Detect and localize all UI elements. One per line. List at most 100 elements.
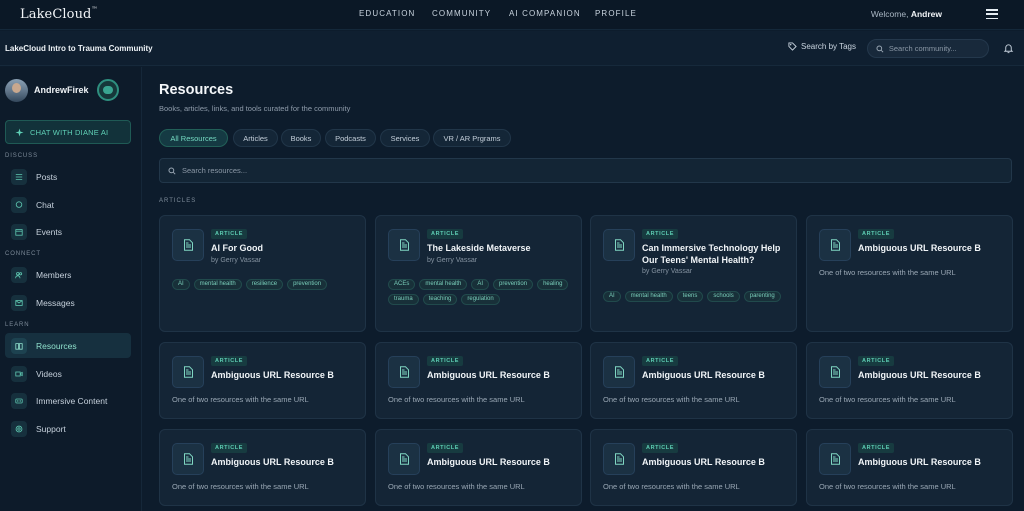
tag-chip[interactable]: AI (172, 279, 190, 290)
tag-chip[interactable]: AI (603, 291, 621, 302)
resource-card[interactable]: ARTICLE Ambiguous URL Resource B One of tw… (806, 215, 1013, 332)
hamburger-menu-icon[interactable] (986, 9, 998, 20)
resource-title[interactable]: Ambiguous URL Resource B (858, 243, 1008, 255)
resource-description: One of two resources with the same URL (819, 395, 956, 404)
resource-title[interactable]: Ambiguous URL Resource B (427, 457, 577, 469)
resource-card[interactable]: ARTICLE Ambiguous URL Resource B One of tw… (590, 429, 797, 506)
resource-card[interactable]: ARTICLE The Lakeside Metaverse by Gerry Va… (375, 215, 582, 332)
type-badge: ARTICLE (858, 229, 895, 239)
sidebar-item-messages[interactable]: Messages (5, 290, 131, 315)
tag-chip[interactable]: prevention (287, 279, 328, 290)
sidebar-item-posts[interactable]: Posts (5, 164, 131, 189)
tag-chip[interactable]: AI (471, 279, 490, 290)
document-icon (819, 229, 851, 261)
resource-card[interactable]: ARTICLE AI For Good by Gerry Vassar AI menta… (159, 215, 366, 332)
type-badge: ARTICLE (427, 229, 464, 239)
page-title: Resources (159, 82, 234, 98)
document-icon (388, 443, 420, 475)
calendar-icon (11, 223, 27, 240)
community-search-box[interactable] (867, 39, 989, 58)
avatar[interactable] (5, 79, 28, 102)
tag-chip[interactable]: mental health (419, 279, 468, 290)
tag-chip[interactable]: teaching (422, 294, 458, 305)
resource-card[interactable]: ARTICLE Ambiguous URL Resource B One of tw… (590, 342, 797, 419)
type-badge: ARTICLE (858, 356, 895, 366)
nav-community[interactable]: COMMUNITY (432, 9, 491, 18)
type-badge: ARTICLE (642, 443, 679, 453)
sidebar-item-videos[interactable]: Videos (5, 361, 131, 386)
sidebar-item-chat[interactable]: Chat (5, 192, 131, 217)
resource-title[interactable]: Can Immersive Technology Help Our Teens'… (642, 243, 792, 266)
ai-brain-icon[interactable] (97, 79, 119, 101)
user-profile[interactable]: AndrewFirek (5, 79, 135, 103)
type-badge: ARTICLE (211, 356, 248, 366)
filter-services[interactable]: Services (380, 129, 430, 147)
search-icon (876, 45, 884, 52)
resource-description: One of two resources with the same URL (819, 482, 956, 491)
nav-profile[interactable]: PROFILE (595, 9, 637, 18)
search-by-tags-button[interactable]: Search by Tags (788, 42, 856, 51)
filter-all-resources[interactable]: All Resources (159, 129, 228, 147)
resource-card[interactable]: ARTICLE Ambiguous URL Resource B One of tw… (806, 429, 1013, 506)
resource-title[interactable]: Ambiguous URL Resource B (642, 457, 792, 469)
document-icon (172, 443, 204, 475)
resource-author: by Gerry Vassar (211, 257, 262, 264)
filter-vr-ar-programs[interactable]: VR / AR Prgrams (433, 129, 511, 147)
resource-title[interactable]: Ambiguous URL Resource B (427, 370, 577, 382)
tag-list: ACEs mental health AI prevention healing trau… (388, 279, 578, 305)
resource-search-input[interactable] (182, 166, 941, 175)
sidebar-item-resources[interactable]: Resources (5, 333, 131, 358)
type-badge: ARTICLE (211, 443, 248, 453)
filter-books[interactable]: Books (281, 129, 321, 147)
sidebar-item-label: Resources (36, 340, 77, 351)
resource-card[interactable]: ARTICLE Can Immersive Technology Help Our… (590, 215, 797, 332)
tag-chip[interactable]: trauma (388, 294, 419, 305)
resource-card[interactable]: ARTICLE Ambiguous URL Resource B One of tw… (806, 342, 1013, 419)
resource-title[interactable]: Ambiguous URL Resource B (858, 457, 1008, 469)
sidebar-item-support[interactable]: Support (5, 416, 131, 441)
tag-chip[interactable]: teens (676, 291, 704, 302)
resource-title[interactable]: The Lakeside Metaverse (427, 243, 577, 255)
chat-with-ai-button[interactable]: CHAT WITH DIANE AI (5, 120, 131, 144)
tag-chip[interactable]: regulation (461, 294, 500, 305)
tag-chip[interactable]: prevention (493, 279, 534, 290)
resource-title[interactable]: Ambiguous URL Resource B (211, 457, 361, 469)
tag-chip[interactable]: parenting (743, 291, 781, 302)
resource-description: One of two resources with the same URL (603, 482, 740, 491)
sidebar-item-label: Posts (36, 171, 58, 182)
community-name[interactable]: LakeCloud Intro to Trauma Community (5, 44, 153, 53)
tag-chip[interactable]: schools (707, 291, 740, 302)
sidebar-item-immersive-content[interactable]: Immersive Content (5, 388, 131, 413)
top-navbar: LakeCloud™ EDUCATION COMMUNITY AI COMPAN… (0, 0, 1024, 30)
tag-chip[interactable]: resilience (245, 279, 284, 290)
resource-title[interactable]: Ambiguous URL Resource B (642, 370, 792, 382)
type-badge: ARTICLE (427, 443, 464, 453)
resource-title[interactable]: AI For Good (211, 243, 361, 255)
section-label-learn: LEARN (5, 322, 30, 328)
filter-podcasts[interactable]: Podcasts (325, 129, 376, 147)
sidebar-item-label: Chat (36, 199, 54, 210)
tag-chip[interactable]: healing (537, 279, 569, 290)
sidebar-item-members[interactable]: Members (5, 262, 131, 287)
section-label-connect: CONNECT (5, 251, 41, 257)
resource-card[interactable]: ARTICLE Ambiguous URL Resource B One of tw… (159, 342, 366, 419)
resource-search-box[interactable] (159, 158, 1012, 183)
sidebar-item-label: Videos (36, 368, 62, 379)
resource-card[interactable]: ARTICLE Ambiguous URL Resource B One of tw… (375, 342, 582, 419)
tag-chip[interactable]: ACEs (388, 279, 416, 290)
community-search-input[interactable] (888, 44, 988, 53)
video-icon (11, 365, 27, 382)
filter-articles[interactable]: Articles (233, 129, 278, 147)
nav-education[interactable]: EDUCATION (359, 9, 415, 18)
bell-icon[interactable] (1003, 43, 1014, 54)
sidebar-item-events[interactable]: Events (5, 219, 131, 244)
search-icon (168, 166, 176, 175)
resource-card[interactable]: ARTICLE Ambiguous URL Resource B One of tw… (159, 429, 366, 506)
resource-title[interactable]: Ambiguous URL Resource B (211, 370, 361, 382)
nav-ai-companion[interactable]: AI COMPANION (509, 9, 581, 18)
tag-chip[interactable]: mental health (624, 291, 673, 302)
resource-title[interactable]: Ambiguous URL Resource B (858, 370, 1008, 382)
tag-chip[interactable]: mental health (193, 279, 242, 290)
book-icon (11, 337, 27, 354)
resource-card[interactable]: ARTICLE Ambiguous URL Resource B One of tw… (375, 429, 582, 506)
